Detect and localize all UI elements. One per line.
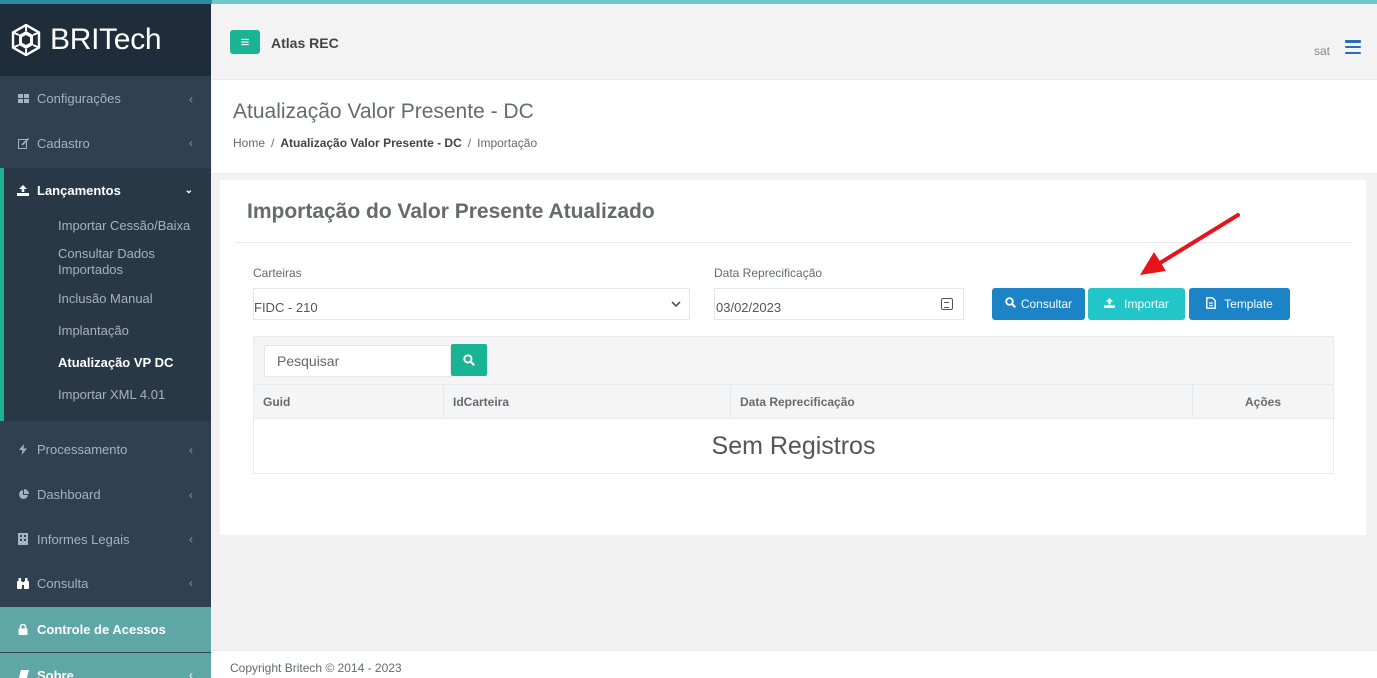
book-icon: [16, 669, 30, 678]
brand-name: BRITech: [50, 23, 162, 56]
app-name: Atlas REC: [271, 35, 339, 51]
britech-logo-icon: [11, 24, 41, 56]
sidebar-item-label: Cadastro: [37, 135, 90, 151]
footer: Copyright Britech © 2014 - 2023: [212, 650, 1377, 678]
breadcrumb: Home / Atualização Valor Presente - DC / Imp…: [233, 136, 537, 150]
panel-title: Importação do Valor Presente Atualizado: [247, 200, 655, 223]
search-field[interactable]: [265, 346, 450, 376]
column-idcarteira[interactable]: IdCarteira: [444, 385, 731, 419]
search-icon: [1005, 297, 1016, 311]
chevron-left-icon: ‹: [189, 532, 193, 546]
sidebar-item-label: Consulta: [37, 575, 89, 591]
column-data-reprecificacao[interactable]: Data Reprecificação: [731, 385, 1193, 419]
building-icon: [16, 533, 30, 545]
submenu-item-implantacao[interactable]: Implantação: [4, 323, 211, 355]
lock-icon: [16, 624, 30, 635]
grid-icon: [16, 93, 30, 104]
binoculars-icon: [16, 577, 30, 589]
column-guid[interactable]: Guid: [254, 385, 444, 419]
consultar-button[interactable]: Consultar: [992, 288, 1085, 320]
sidebar-item-label: Processamento: [37, 442, 128, 457]
sidebar-item-label: Configurações: [37, 91, 121, 106]
data-reprecificacao-input[interactable]: 03/02/2023: [714, 288, 964, 320]
importar-button[interactable]: Importar: [1088, 288, 1185, 320]
table-header: Guid IdCarteira Data Reprecificação Açõe…: [254, 385, 1333, 419]
template-button[interactable]: Template: [1189, 288, 1290, 320]
file-icon: [1206, 296, 1217, 312]
data-reprecificacao-value: 03/02/2023: [716, 300, 782, 315]
consultar-button-label: Consultar: [1020, 297, 1073, 311]
carteiras-select[interactable]: FIDC - 210: [253, 288, 690, 320]
sidebar-item-label: Lançamentos: [37, 182, 121, 198]
results-table: Guid IdCarteira Data Reprecificação Açõe…: [253, 336, 1334, 474]
importar-button-label: Importar: [1124, 297, 1169, 311]
sidebar-item-label: Controle de Acessos: [37, 622, 166, 637]
search-input[interactable]: [264, 345, 451, 377]
chevron-left-icon: ‹: [189, 487, 193, 502]
sidebar-item-consulta[interactable]: Consulta ‹: [0, 561, 211, 605]
sidebar-item-processamento[interactable]: Processamento ‹: [0, 427, 211, 472]
submenu-item-inclusao-manual[interactable]: Inclusão Manual: [4, 291, 211, 323]
submenu-item-consultar-dados[interactable]: Consultar Dados Importados: [4, 244, 211, 291]
sidebar-item-label: Sobre: [37, 667, 74, 678]
carteiras-label: Carteiras: [253, 266, 302, 280]
chevron-left-icon: ‹: [189, 576, 193, 590]
breadcrumb-separator: /: [467, 136, 472, 150]
upload-icon: [16, 184, 30, 196]
lancamentos-submenu: Importar Cessão/Baixa Consultar Dados Im…: [0, 212, 211, 421]
annotation-arrow-icon: [1140, 213, 1240, 275]
sidebar-item-dashboard[interactable]: Dashboard ‹: [0, 472, 211, 517]
breadcrumb-section[interactable]: Atualização Valor Presente - DC: [280, 136, 461, 150]
submenu-item-importar-cessao[interactable]: Importar Cessão/Baixa: [4, 212, 211, 244]
chevron-down-icon: ⌄: [184, 184, 193, 196]
upload-icon: [1104, 297, 1116, 311]
sidebar-item-cadastro[interactable]: Cadastro ‹: [0, 121, 211, 165]
chevron-left-icon: ‹: [189, 442, 193, 457]
brand[interactable]: BRITech: [0, 4, 211, 76]
toggle-sidebar-button[interactable]: ≡: [230, 30, 260, 54]
empty-state-message: Sem Registros: [711, 432, 876, 460]
sidebar-item-label: Dashboard: [37, 487, 101, 502]
sidebar-item-lancamentos[interactable]: Lançamentos ⌄: [0, 168, 211, 212]
sidebar-item-label: Informes Legais: [37, 531, 130, 547]
breadcrumb-home[interactable]: Home: [233, 136, 265, 150]
top-header: ≡ Atlas REC sat: [212, 4, 1377, 80]
submenu-item-importar-xml[interactable]: Importar XML 4.01: [4, 387, 211, 417]
edit-icon: [16, 137, 30, 149]
search-button[interactable]: [451, 344, 487, 376]
page-title: Atualização Valor Presente - DC: [233, 100, 534, 123]
chevron-left-icon: ‹: [189, 91, 193, 106]
bolt-icon: [16, 444, 30, 455]
search-icon: [463, 354, 475, 366]
submenu-item-atualizacao-vp-dc[interactable]: Atualização VP DC: [4, 355, 211, 387]
hamburger-icon: ≡: [240, 33, 250, 51]
page-heading: Atualização Valor Presente - DC Home / Atu…: [212, 80, 1377, 174]
pie-chart-icon: [16, 489, 30, 500]
chevron-left-icon: ‹: [189, 136, 193, 150]
sidebar: BRITech Configurações ‹ Cadastro ‹ Lança…: [0, 4, 211, 678]
carteiras-selected-value: FIDC - 210: [254, 300, 318, 315]
chevron-down-icon: [671, 297, 681, 311]
breadcrumb-current: Importação: [477, 136, 538, 150]
column-acoes: Ações: [1244, 395, 1282, 409]
data-reprecificacao-label: Data Reprecificação: [714, 266, 823, 280]
sidebar-item-sobre[interactable]: Sobre ‹: [0, 653, 211, 678]
user-menu-hamburger-icon[interactable]: [1345, 40, 1361, 54]
chevron-left-icon: ‹: [189, 668, 193, 678]
sidebar-item-informes-legais[interactable]: Informes Legais ‹: [0, 517, 211, 561]
template-button-label: Template: [1224, 297, 1273, 311]
sidebar-item-controle-acessos[interactable]: Controle de Acessos: [0, 607, 211, 652]
copyright-text: Copyright Britech © 2014 - 2023: [230, 661, 402, 675]
user-name[interactable]: sat: [1314, 44, 1330, 58]
breadcrumb-separator: /: [271, 136, 275, 150]
sidebar-item-configuracoes[interactable]: Configurações ‹: [0, 76, 211, 121]
table-search-bar: [254, 337, 1333, 385]
calendar-icon[interactable]: [941, 298, 953, 310]
